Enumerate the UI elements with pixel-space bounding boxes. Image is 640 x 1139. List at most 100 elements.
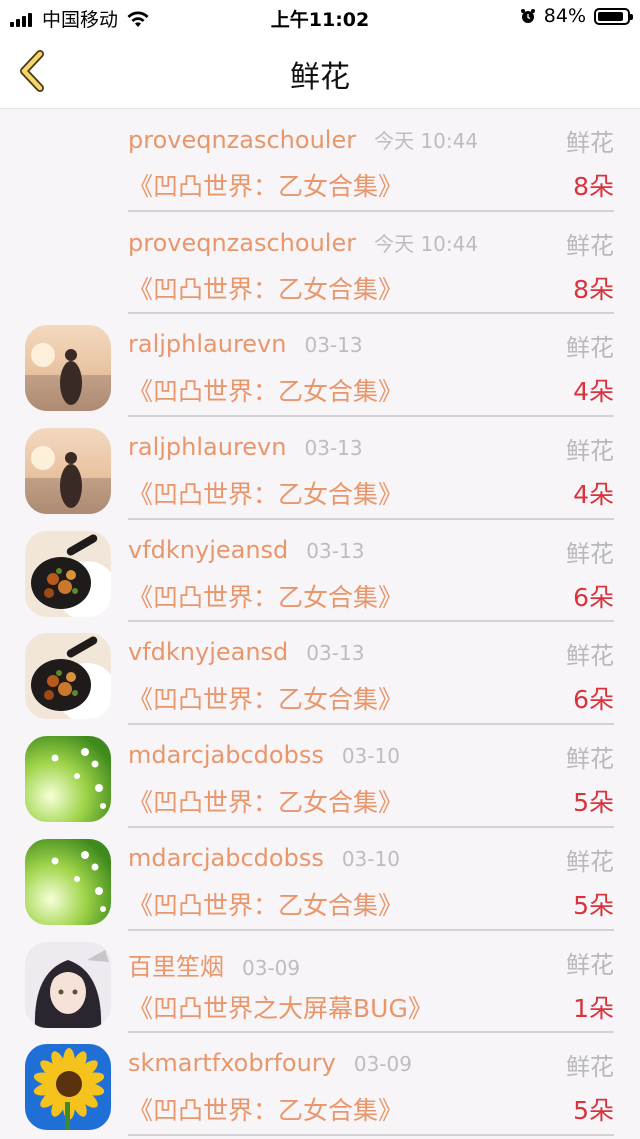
book-title[interactable]: 《凹凸世界：乙女合集》: [128, 1091, 403, 1127]
username[interactable]: mdarcjabcdobss: [128, 741, 324, 769]
username-line: mdarcjabcdobss 03-10: [128, 741, 400, 769]
username-line: proveqnzaschouler 今天 10:44: [128, 125, 478, 154]
timestamp: 03-09: [242, 955, 301, 980]
username-line: raljphlaurevn 03-13: [128, 330, 363, 358]
list-item-content: raljphlaurevn 03-13 鲜花 《凹凸世界：乙女合集》 4朵: [128, 417, 614, 520]
list-item[interactable]: 百里笙烟 03-09 鲜花 《凹凸世界之大屏幕BUG》 1朵: [0, 931, 640, 1034]
book-title[interactable]: 《凹凸世界：乙女合集》: [128, 578, 403, 614]
book-title[interactable]: 《凹凸世界：乙女合集》: [128, 680, 403, 716]
list-item-content: vfdknyjeansd 03-13 鲜花 《凹凸世界：乙女合集》 6朵: [128, 520, 614, 623]
gift-count: 8朵: [573, 172, 614, 201]
list-item[interactable]: proveqnzaschouler 今天 10:44 鲜花 《凹凸世界：乙女合集》…: [0, 109, 640, 212]
timestamp: 03-13: [304, 333, 363, 358]
skillet-food-avatar[interactable]: [25, 633, 111, 720]
book-title[interactable]: 《凹凸世界：乙女合集》: [128, 783, 403, 819]
alarm-clock-icon: [520, 9, 535, 23]
gift-count: 1朵: [573, 993, 614, 1023]
username[interactable]: vfdknyjeansd: [128, 638, 288, 666]
timestamp: 今天 10:44: [374, 129, 479, 153]
username-line: vfdknyjeansd 03-13: [128, 536, 364, 564]
book-title[interactable]: 《凹凸世界：乙女合集》: [128, 475, 403, 511]
list-item-content: mdarcjabcdobss 03-10 鲜花 《凹凸世界：乙女合集》 5朵: [128, 725, 614, 828]
timestamp: 03-13: [306, 641, 365, 666]
list-item[interactable]: vfdknyjeansd 03-13 鲜花 《凹凸世界：乙女合集》 6朵: [0, 622, 640, 726]
list-item-content: mdarcjabcdobss 03-10 鲜花 《凹凸世界：乙女合集》 5朵: [128, 828, 614, 931]
timestamp: 03-13: [304, 436, 363, 461]
book-title[interactable]: 《凹凸世界：乙女合集》: [128, 372, 403, 408]
list-item-content: proveqnzaschouler 今天 10:44 鲜花 《凹凸世界：乙女合集》…: [128, 109, 614, 212]
gift-type-label: 鲜花: [566, 847, 614, 876]
list-item-content: skmartfxobrfoury 03-09 鲜花 《凹凸世界：乙女合集》 5朵: [128, 1033, 614, 1136]
gift-type-label: 鲜花: [566, 642, 614, 671]
status-right: 84%: [520, 5, 633, 27]
username-line: proveqnzaschouler 今天 10:44: [128, 228, 478, 257]
username[interactable]: skmartfxobrfoury: [128, 1049, 336, 1077]
list-item[interactable]: skmartfxobrfoury 03-09 鲜花 《凹凸世界：乙女合集》 5朵: [0, 1033, 640, 1136]
timestamp: 03-10: [341, 846, 400, 871]
list-item-content: raljphlaurevn 03-13 鲜花 《凹凸世界：乙女合集》 4朵: [128, 314, 614, 418]
gift-count: 6朵: [573, 685, 614, 715]
skillet-food-avatar[interactable]: [25, 530, 111, 617]
beach-girl-avatar-image: [25, 325, 111, 412]
list-item[interactable]: proveqnzaschouler 今天 10:44 鲜花 《凹凸世界：乙女合集》…: [0, 212, 640, 315]
list-item[interactable]: mdarcjabcdobss 03-10 鲜花 《凹凸世界：乙女合集》 5朵: [0, 725, 640, 828]
gift-count: 8朵: [573, 274, 614, 304]
list-item[interactable]: raljphlaurevn 03-13 鲜花 《凹凸世界：乙女合集》 4朵: [0, 417, 640, 520]
status-bar: 中国移动 上午11:02 84%: [0, 0, 640, 34]
anime-girl-avatar[interactable]: [25, 941, 111, 1028]
list-item[interactable]: mdarcjabcdobss 03-10 鲜花 《凹凸世界：乙女合集》 5朵: [0, 828, 640, 931]
anime-girl-avatar-image: [25, 941, 111, 1028]
timestamp: 03-13: [306, 538, 365, 563]
gift-count: 4朵: [573, 377, 614, 407]
timestamp: 03-10: [341, 744, 400, 769]
gift-type-label: 鲜花: [566, 950, 614, 979]
gift-type-label: 鲜花: [566, 745, 614, 774]
list-item[interactable]: vfdknyjeansd 03-13 鲜花 《凹凸世界：乙女合集》 6朵: [0, 520, 640, 623]
username-line: 百里笙烟 03-09: [128, 947, 300, 982]
username-line: skmartfxobrfoury 03-09: [128, 1049, 412, 1077]
gift-count: 6朵: [573, 582, 614, 612]
book-title[interactable]: 《凹凸世界：乙女合集》: [128, 886, 403, 922]
username-line: raljphlaurevn 03-13: [128, 433, 363, 461]
gift-type-label: 鲜花: [566, 129, 614, 157]
gift-type-label: 鲜花: [566, 437, 614, 466]
list-item-content: 百里笙烟 03-09 鲜花 《凹凸世界之大屏幕BUG》 1朵: [128, 931, 614, 1034]
username-line: vfdknyjeansd 03-13: [128, 638, 364, 666]
beach-girl-avatar[interactable]: [25, 325, 111, 412]
list-item-content: proveqnzaschouler 今天 10:44 鲜花 《凹凸世界：乙女合集》…: [128, 212, 614, 315]
username[interactable]: proveqnzaschouler: [128, 229, 356, 257]
battery-icon: [594, 7, 633, 25]
timestamp: 03-09: [353, 1052, 413, 1077]
skillet-food-avatar-image: [25, 633, 111, 720]
username[interactable]: raljphlaurevn: [128, 330, 286, 358]
username[interactable]: raljphlaurevn: [128, 433, 286, 461]
gift-count: 5朵: [573, 788, 614, 818]
username[interactable]: vfdknyjeansd: [128, 536, 288, 564]
beach-girl-avatar-image: [25, 428, 111, 515]
gift-type-label: 鲜花: [566, 231, 614, 260]
green-flowers-avatar[interactable]: [25, 736, 111, 823]
book-title[interactable]: 《凹凸世界：乙女合集》: [128, 167, 403, 203]
list-item[interactable]: raljphlaurevn 03-13 鲜花 《凹凸世界：乙女合集》 4朵: [0, 314, 640, 418]
book-title[interactable]: 《凹凸世界：乙女合集》: [128, 270, 403, 306]
page-title: 鲜花: [290, 60, 350, 95]
username[interactable]: 百里笙烟: [128, 953, 224, 981]
username[interactable]: proveqnzaschouler: [128, 126, 356, 154]
book-title[interactable]: 《凹凸世界之大屏幕BUG》: [128, 989, 433, 1025]
username[interactable]: mdarcjabcdobss: [128, 844, 324, 872]
sunflower-avatar-image: [25, 1044, 111, 1131]
list-item-content: vfdknyjeansd 03-13 鲜花 《凹凸世界：乙女合集》 6朵: [128, 622, 614, 726]
green-flowers-avatar[interactable]: [25, 838, 111, 925]
sunflower-avatar[interactable]: [25, 1044, 111, 1131]
timestamp: 今天 10:44: [374, 231, 479, 256]
gift-count: 5朵: [573, 890, 614, 920]
gift-type-label: 鲜花: [566, 539, 614, 568]
battery-percent: 84%: [543, 5, 586, 27]
gift-list: proveqnzaschouler 今天 10:44 鲜花 《凹凸世界：乙女合集》…: [0, 109, 640, 1139]
gift-type-label: 鲜花: [566, 1053, 614, 1082]
beach-girl-avatar[interactable]: [25, 428, 111, 515]
gift-type-label: 鲜花: [566, 334, 614, 363]
green-flowers-avatar-image: [25, 838, 111, 925]
navigation-bar: 鲜花: [0, 34, 640, 109]
username-line: mdarcjabcdobss 03-10: [128, 844, 400, 872]
